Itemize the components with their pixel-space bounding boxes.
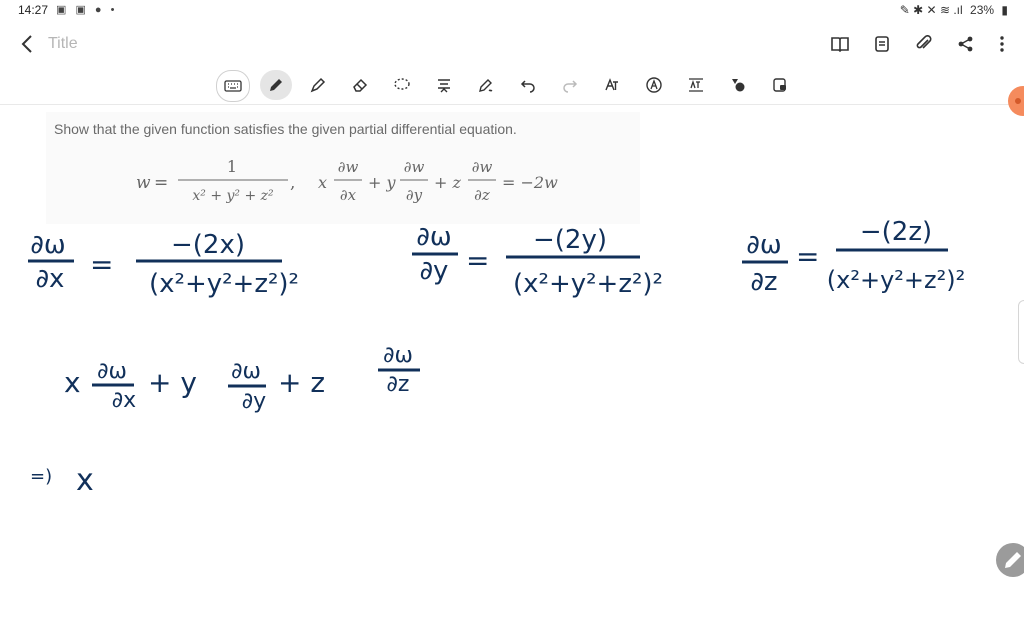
hw-sum-plus-y: + y (148, 366, 197, 399)
pen-fab-button[interactable] (996, 543, 1024, 577)
hw-equals: = (466, 244, 489, 277)
hw-dwdz-rhs-num: −(2z) (860, 217, 932, 247)
hw-dwdz-den: ∂z (750, 267, 777, 297)
hw-sum-dx: ∂x (112, 388, 136, 413)
hw-sum-dz: ∂z (387, 372, 410, 397)
hw-dwdx-num: ∂ω (30, 230, 65, 260)
hw-dwdz-num: ∂ω (746, 230, 781, 260)
hw-dwdy-den: ∂y (420, 256, 449, 286)
hw-dwdx-rhs-den: (x²+y²+z²)² (149, 269, 299, 299)
hw-implies: =) (30, 466, 52, 487)
hw-dwdy-rhs-den: (x²+y²+z²)² (513, 269, 663, 299)
handwriting-canvas[interactable]: ∂ω ∂x = −(2x) (x²+y²+z²)² ∂ω ∂y = −(2y) … (0, 0, 1024, 640)
hw-dwdx-den: ∂x (36, 264, 65, 294)
hw-dwdy-num: ∂ω (416, 222, 451, 252)
hw-sum-dw2: ∂ω (231, 359, 261, 384)
hw-equals: = (796, 240, 819, 273)
hw-dwdx-rhs-num: −(2x) (171, 230, 245, 260)
hw-equals: = (90, 248, 113, 281)
side-panel-handle[interactable] (1018, 300, 1024, 364)
hw-sum-dw1: ∂ω (97, 359, 127, 384)
hw-sum-dw3: ∂ω (383, 343, 413, 368)
hw-sum-dy: ∂y (242, 389, 266, 414)
hw-sum-x: x (64, 366, 81, 399)
hw-dwdy-rhs-num: −(2y) (533, 225, 607, 255)
hw-last-x: x (76, 463, 94, 498)
floating-action-dot (1015, 98, 1021, 104)
hw-sum-plus-z: + z (278, 366, 325, 399)
hw-dwdz-rhs-den: (x²+y²+z²)² (827, 266, 965, 294)
pen-icon (1005, 552, 1021, 568)
